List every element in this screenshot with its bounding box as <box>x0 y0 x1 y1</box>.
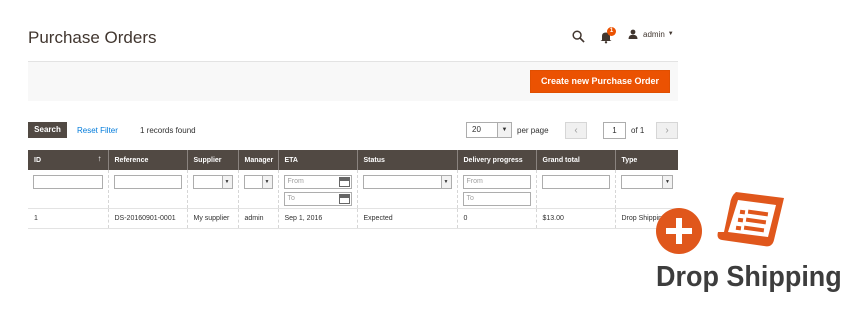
user-name: admin <box>643 29 665 39</box>
column-header-reference[interactable]: Reference <box>107 150 187 170</box>
column-header-delivery-progress[interactable]: Delivery progress <box>456 150 536 170</box>
next-page-button[interactable]: › <box>656 122 678 139</box>
column-header-id[interactable]: ID ↑ <box>28 150 108 170</box>
cell-status: Expected <box>356 208 457 229</box>
cell-grand-total: $13.00 <box>535 208 615 229</box>
chevron-down-icon: ▼ <box>662 176 672 188</box>
per-page-label: per page <box>517 126 549 135</box>
previous-page-button[interactable]: ‹ <box>565 122 587 139</box>
column-header-status[interactable]: Status <box>356 150 457 170</box>
page-total: of 1 <box>631 126 645 135</box>
filter-cell-status: ▼ <box>356 170 457 209</box>
chevron-down-icon: ▼ <box>261 176 272 188</box>
page-title: Purchase Orders <box>28 28 157 47</box>
chevron-down-icon: ▼ <box>221 176 232 188</box>
purchase-orders-grid: ID ↑ Reference Supplier Manager ETA Statu… <box>28 150 678 229</box>
filter-cell-grand-total <box>535 170 615 209</box>
chevron-down-icon: ▼ <box>440 176 451 188</box>
per-page-value: 20 <box>472 125 481 134</box>
caret-down-icon: ▼ <box>667 31 674 37</box>
column-header-grand-total[interactable]: Grand total <box>535 150 615 170</box>
user-icon <box>628 29 638 39</box>
reset-filter-link[interactable]: Reset Filter <box>77 126 118 135</box>
sort-arrow-icon: ↑ <box>97 154 102 163</box>
calendar-icon[interactable] <box>338 177 350 187</box>
records-found: 1 records found <box>140 126 196 135</box>
chevron-down-icon: ▼ <box>497 123 511 137</box>
create-purchase-order-button[interactable]: Create new Purchase Order <box>529 70 670 93</box>
calendar-icon[interactable] <box>338 194 350 204</box>
delivery-to-input[interactable]: To <box>462 192 531 206</box>
filter-cell-id <box>28 170 108 209</box>
column-header-manager[interactable]: Manager <box>237 150 278 170</box>
type-filter-select[interactable]: ▼ <box>620 175 673 189</box>
id-filter-input[interactable] <box>33 175 103 189</box>
delivery-from-input[interactable]: From <box>462 175 531 189</box>
filter-row: ▼ ▼ From To ▼ From To ▼ <box>28 170 678 209</box>
filter-cell-supplier: ▼ <box>186 170 238 209</box>
grand-total-filter-input[interactable] <box>541 175 610 189</box>
column-header-type[interactable]: Type <box>614 150 678 170</box>
page-number-input[interactable]: 1 <box>603 122 626 139</box>
drop-shipping-label: Drop Shipping <box>656 261 842 293</box>
supplier-filter-select[interactable]: ▼ <box>192 175 233 189</box>
reference-filter-input[interactable] <box>113 175 182 189</box>
status-filter-select[interactable]: ▼ <box>362 175 452 189</box>
plus-icon <box>656 208 702 254</box>
manager-filter-select[interactable]: ▼ <box>243 175 273 189</box>
filter-cell-manager: ▼ <box>237 170 278 209</box>
grid-header-row: ID ↑ Reference Supplier Manager ETA Statu… <box>28 150 678 170</box>
document-icon <box>717 192 784 247</box>
column-header-eta[interactable]: ETA <box>277 150 357 170</box>
cell-manager: admin <box>237 208 278 229</box>
filter-cell-delivery-progress: From To <box>456 170 536 209</box>
cell-delivery-progress: 0 <box>456 208 536 229</box>
page-actions-bar: Create new Purchase Order <box>28 61 678 101</box>
search-button[interactable]: Search <box>28 122 67 138</box>
notification-badge[interactable]: 1 <box>607 27 616 36</box>
cell-eta: Sep 1, 2016 <box>277 208 357 229</box>
drop-shipping-logo: Drop Shipping <box>654 190 844 300</box>
filter-cell-eta: From To <box>277 170 357 209</box>
eta-to-input[interactable]: To <box>283 192 352 206</box>
column-header-supplier[interactable]: Supplier <box>186 150 238 170</box>
per-page-select[interactable]: 20 ▼ <box>466 122 512 138</box>
cell-supplier: My supplier <box>186 208 238 229</box>
cell-reference: DS-20160901-0001 <box>107 208 187 229</box>
filter-cell-reference <box>107 170 187 209</box>
eta-from-input[interactable]: From <box>283 175 352 189</box>
search-icon[interactable] <box>572 30 585 43</box>
user-menu[interactable]: admin ▼ <box>628 29 674 39</box>
table-row[interactable]: 1 DS-20160901-0001 My supplier admin Sep… <box>28 208 678 229</box>
cell-id: 1 <box>28 208 108 229</box>
